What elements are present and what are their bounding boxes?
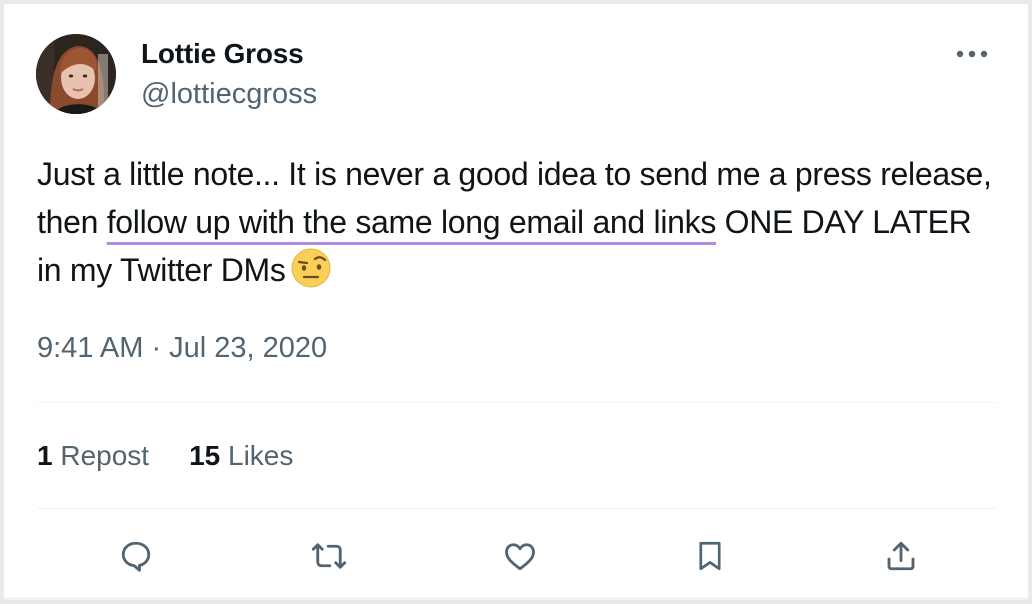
avatar-image: [36, 34, 116, 114]
more-horizontal-icon: [956, 50, 988, 58]
tweet-timestamp[interactable]: 9:41 AM · Jul 23, 2020: [37, 332, 327, 365]
like-button[interactable]: [500, 536, 540, 576]
reposts-stat[interactable]: 1 Repost: [37, 440, 149, 472]
reposts-label: Repost: [60, 440, 150, 471]
reply-button[interactable]: [116, 536, 156, 576]
face-with-raised-eyebrow-emoji-icon: [290, 247, 332, 289]
tweet-text: Just a little note... It is never a good…: [37, 150, 997, 294]
divider-top: [37, 402, 996, 403]
reply-icon: [121, 541, 151, 572]
share-icon: [887, 541, 915, 571]
tweet-stats: 1 Repost 15 Likes: [37, 440, 293, 472]
likes-stat[interactable]: 15 Likes: [189, 440, 293, 472]
tweet-actions: [4, 536, 1028, 576]
more-options-button[interactable]: [952, 40, 992, 68]
reposts-count: 1: [37, 440, 53, 471]
tweet-card: Lottie Gross @lottiecgross Just a little…: [4, 4, 1028, 600]
likes-label: Likes: [228, 440, 294, 471]
share-button[interactable]: [881, 536, 921, 576]
author-handle[interactable]: @lottiecgross: [141, 78, 317, 111]
tweet-text-highlight: follow up with the same long email and l…: [106, 204, 717, 240]
bottom-edge: [4, 597, 1028, 600]
like-icon: [505, 543, 535, 571]
author-name[interactable]: Lottie Gross: [141, 38, 304, 70]
bookmark-button[interactable]: [690, 536, 730, 576]
bookmark-icon: [699, 541, 721, 571]
repost-button[interactable]: [309, 536, 349, 576]
divider-bottom: [37, 508, 996, 509]
avatar[interactable]: [36, 34, 116, 114]
repost-icon: [311, 543, 347, 569]
likes-count: 15: [189, 440, 221, 471]
